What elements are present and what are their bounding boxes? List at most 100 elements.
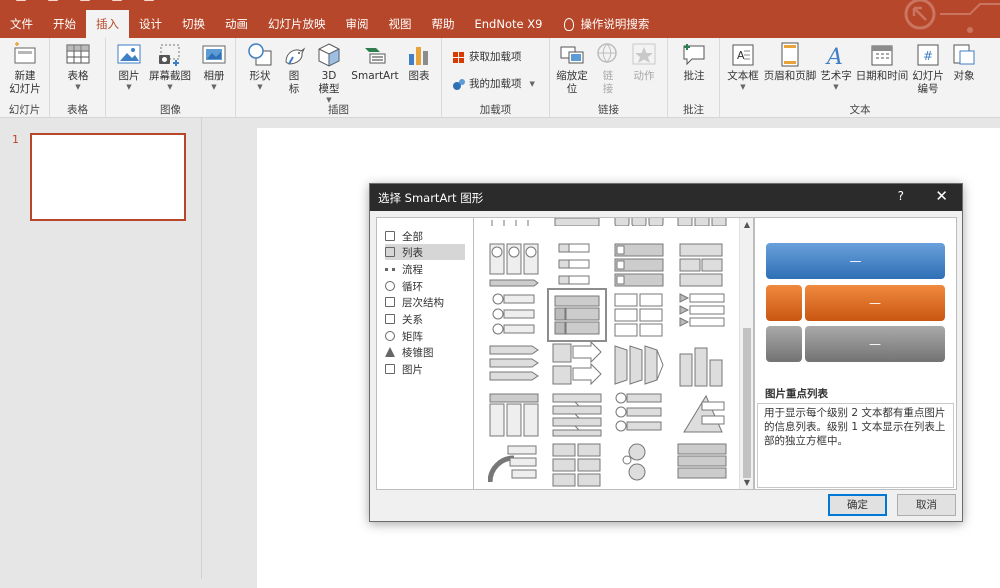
cancel-button[interactable]: 取消 [897, 494, 956, 516]
action-button[interactable]: 动作 [626, 42, 662, 83]
chevron-down-icon: ▼ [740, 83, 746, 91]
preview-gray-bar: — [805, 326, 945, 362]
layout-item[interactable] [676, 292, 728, 338]
new-slide-button[interactable]: 新建 幻灯片 [3, 42, 47, 96]
category-list-item[interactable]: 列表 [385, 244, 465, 260]
chart-button[interactable]: 图表 [404, 42, 434, 83]
wordart-button[interactable]: A 艺术字 ▼ [818, 42, 854, 91]
layout-item[interactable] [488, 392, 540, 438]
tab-transitions[interactable]: 切换 [172, 10, 215, 38]
datetime-button[interactable]: 日期和时间 [854, 42, 910, 83]
tell-me-search[interactable]: 操作说明搜索 [552, 16, 649, 32]
slide-number-label: 幻灯片 编号 [912, 70, 944, 95]
scrollbar-thumb[interactable] [743, 328, 751, 478]
smartart-button[interactable]: SmartArt [350, 42, 400, 83]
icons-button[interactable]: 图 标 [280, 42, 308, 96]
layout-item[interactable] [676, 342, 728, 388]
layout-item[interactable] [551, 342, 603, 388]
list-icon [385, 247, 395, 257]
layout-item[interactable] [613, 217, 665, 226]
photo-album-icon [201, 42, 227, 68]
scroll-down-icon[interactable]: ▼ [740, 478, 753, 487]
album-button[interactable]: 相册 ▼ [196, 42, 232, 91]
layout-item[interactable] [613, 242, 665, 288]
group-addins-label: 加载项 [479, 104, 512, 116]
layout-item[interactable] [488, 242, 540, 288]
layout-item[interactable] [551, 392, 603, 438]
3d-models-button[interactable]: 3D 模型 ▼ [314, 42, 344, 104]
customize-icon[interactable] [144, 0, 154, 1]
close-button[interactable]: ✕ [935, 187, 948, 205]
header-footer-button[interactable]: 页眉和页脚 [762, 42, 818, 83]
tab-endnote[interactable]: EndNote X9 [465, 10, 553, 38]
category-pyramid[interactable]: 棱锥图 [385, 344, 465, 360]
gallery-scrollbar[interactable]: ▲ ▼ [739, 218, 753, 489]
layout-item[interactable] [488, 442, 540, 488]
layout-item[interactable] [613, 392, 665, 438]
help-button[interactable]: ? [898, 189, 904, 203]
layout-item[interactable] [488, 292, 540, 338]
tab-home[interactable]: 开始 [43, 10, 86, 38]
slide-thumbnail[interactable] [30, 133, 186, 221]
category-matrix[interactable]: 矩阵 [385, 328, 465, 344]
layout-item[interactable] [676, 442, 728, 488]
zoom-button[interactable]: 缩放定 位 [552, 42, 592, 96]
comment-button[interactable]: 批注 [674, 42, 714, 83]
start-icon[interactable] [112, 0, 122, 1]
store-icon [453, 51, 464, 63]
link-globe-icon [595, 42, 621, 68]
save-icon[interactable] [16, 0, 26, 1]
link-button[interactable]: 链 接 [594, 42, 622, 96]
redo-icon[interactable] [80, 0, 90, 1]
get-addins-button[interactable]: 获取加载项 [452, 48, 522, 66]
screenshot-button[interactable]: 屏幕截图 ▼ [146, 42, 194, 91]
tab-slideshow[interactable]: 幻灯片放映 [258, 10, 336, 38]
category-cycle[interactable]: 循环 [385, 278, 465, 294]
layout-item[interactable] [488, 217, 540, 226]
tab-design[interactable]: 设计 [129, 10, 172, 38]
ok-button[interactable]: 确定 [828, 494, 887, 516]
svg-text:A: A [825, 45, 843, 68]
undo-icon[interactable] [48, 0, 58, 1]
layout-item[interactable] [676, 242, 728, 288]
comment-label: 批注 [683, 70, 705, 82]
category-all[interactable]: 全部 [385, 228, 465, 244]
tab-help[interactable]: 帮助 [422, 10, 465, 38]
pyramid-icon [385, 347, 395, 357]
slide-number-button[interactable]: # 幻灯片 编号 [908, 42, 948, 96]
table-button[interactable]: 表格 ▼ [58, 42, 98, 91]
category-picture[interactable]: 图片 [385, 361, 465, 377]
picture-button[interactable]: 图片 ▼ [111, 42, 147, 91]
category-label: 全部 [402, 230, 423, 243]
tab-insert[interactable]: 插入 [86, 10, 129, 39]
preview-title: 图片重点列表 [765, 388, 828, 400]
layout-item[interactable] [676, 217, 728, 226]
layout-item[interactable] [613, 442, 665, 488]
layout-item[interactable] [613, 342, 665, 388]
tab-animations[interactable]: 动画 [215, 10, 258, 38]
ribbon-tabs: 文件 开始 插入 设计 切换 动画 幻灯片放映 审阅 视图 帮助 EndNote… [0, 10, 649, 39]
shapes-button[interactable]: 形状 ▼ [242, 42, 278, 91]
layout-item[interactable] [676, 392, 728, 438]
my-addins-button[interactable]: 我的加载项 ▼ [452, 75, 535, 93]
wordart-label: 艺术字 [820, 70, 852, 82]
category-hierarchy[interactable]: 层次结构 [385, 294, 465, 310]
object-button[interactable]: 对象 [948, 42, 980, 83]
picture-icon [385, 364, 395, 374]
layout-item[interactable] [551, 442, 603, 488]
group-addins: 获取加载项 我的加载项 ▼ 加载项 [442, 38, 550, 118]
category-relationship[interactable]: 关系 [385, 311, 465, 327]
layout-item[interactable] [488, 342, 540, 388]
layout-item[interactable] [613, 292, 665, 338]
textbox-button[interactable]: A 文本框 ▼ [724, 42, 762, 91]
header-footer-icon [777, 42, 803, 68]
tab-review[interactable]: 审阅 [336, 10, 379, 38]
layout-item[interactable] [551, 217, 603, 226]
category-process[interactable]: 流程 [385, 261, 465, 277]
layout-item[interactable] [551, 242, 603, 288]
layout-item-selected[interactable] [547, 288, 607, 342]
scroll-up-icon[interactable]: ▲ [740, 220, 753, 229]
ribbon: 新建 幻灯片 幻灯片 表格 ▼ 表格 图片 ▼ 屏幕截图 ▼ 相册 ▼ 图像 形… [0, 38, 1000, 118]
tab-view[interactable]: 视图 [379, 10, 422, 38]
tab-file[interactable]: 文件 [0, 10, 43, 38]
